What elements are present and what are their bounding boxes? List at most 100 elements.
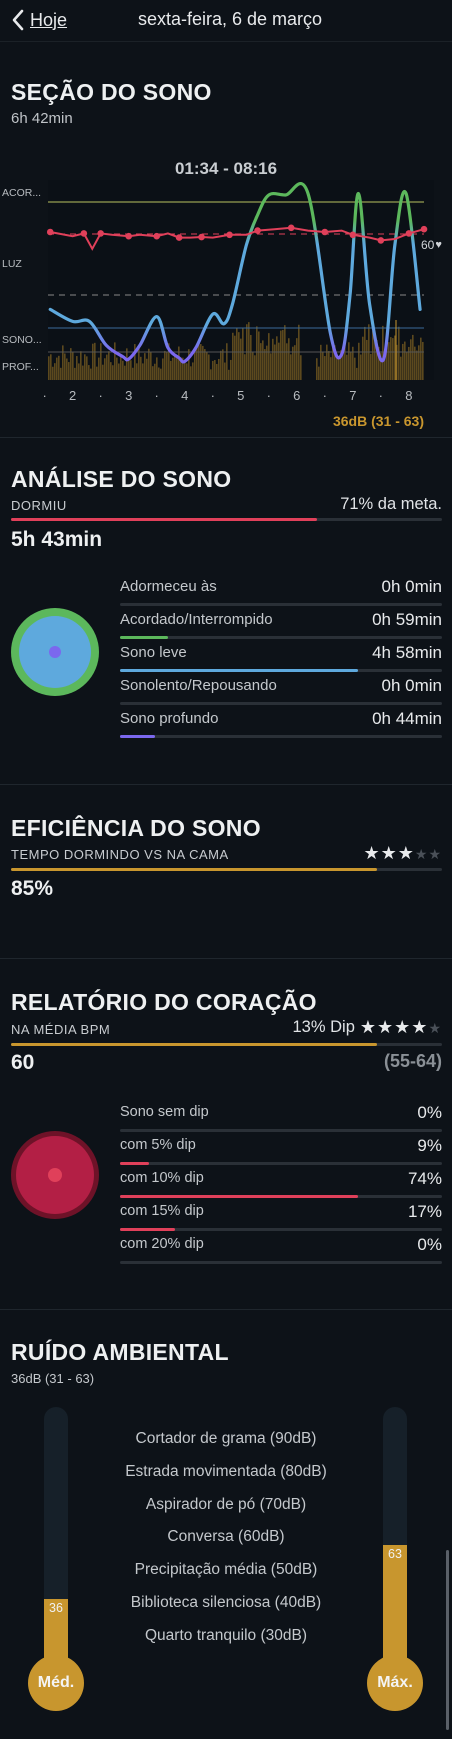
noise-bar — [84, 354, 86, 380]
sleep-time-range: 01:34 - 08:16 — [174, 159, 278, 178]
efficiency-bar — [11, 868, 442, 871]
noise-bar — [410, 339, 412, 380]
noise-bar — [56, 357, 58, 380]
noise-bar — [214, 359, 216, 380]
noise-bar — [420, 337, 422, 380]
heart-dip-summary: 13% Dip ★★★★★ — [293, 1017, 443, 1038]
heart-rate-point — [287, 224, 295, 232]
noise-bar — [336, 358, 338, 380]
noise-bar — [114, 342, 116, 380]
noise-bar — [248, 322, 250, 380]
noise-bar — [322, 351, 324, 380]
analysis-row-bar-fill — [120, 735, 156, 738]
analysis-row-bar-fill — [120, 636, 169, 639]
heart-row-label: com 15% dip — [120, 1203, 204, 1219]
noise-avg-bulb: Méd. — [28, 1655, 84, 1711]
noise-bar — [208, 354, 210, 380]
noise-bar — [324, 356, 326, 380]
heart-rate-point — [254, 227, 261, 234]
star-filled-icon: ★ — [363, 843, 381, 863]
heart-title: RELATÓRIO DO CORAÇÃO — [11, 989, 317, 1015]
noise-bar — [258, 331, 260, 380]
noise-bar — [330, 357, 332, 380]
page-title: sexta-feira, 6 de março — [137, 9, 323, 29]
scrollbar[interactable] — [446, 1550, 449, 1730]
noise-bar — [270, 353, 272, 380]
noise-bar — [288, 338, 290, 380]
noise-bar — [66, 358, 68, 380]
noise-max-label: Máx. — [377, 1674, 413, 1691]
noise-bar — [222, 349, 224, 380]
noise-bar — [54, 363, 56, 380]
heart-subtitle: NA MÉDIA BPM — [11, 1022, 111, 1037]
heart-row-bar — [120, 1162, 442, 1165]
noise-bar — [92, 343, 94, 380]
heart-rate-point — [46, 228, 54, 236]
noise-bar — [184, 362, 186, 380]
analysis-row-bar — [120, 669, 442, 672]
analysis-goal-bar-fill — [11, 518, 317, 521]
noise-bar — [364, 326, 366, 380]
heart-row-value: 74% — [407, 1169, 442, 1188]
noise-bar — [268, 333, 270, 380]
noise-bar — [64, 353, 66, 380]
noise-avg-thermometer: 36 — [44, 1407, 68, 1677]
noise-reference-item: Cortador de grama (90dB) — [135, 1430, 317, 1447]
noise-bar — [74, 367, 76, 380]
heart-rate-point — [321, 228, 329, 236]
analysis-row-value: 0h 59min — [372, 610, 442, 629]
analysis-row-bar — [120, 603, 442, 606]
noise-bar — [104, 358, 106, 380]
heart-row-bar — [120, 1129, 442, 1132]
noise-bar — [372, 331, 374, 380]
noise-bar — [188, 349, 190, 380]
heart-bar — [11, 1043, 442, 1046]
noise-bar — [102, 364, 104, 380]
noise-bar — [58, 355, 60, 380]
noise-bar — [224, 362, 226, 380]
heart-rate-point — [349, 231, 357, 239]
analysis-row-label: Sonolento/Repousando — [120, 677, 277, 694]
noise-bar — [94, 342, 96, 380]
noise-bar — [156, 357, 158, 380]
noise-bar — [390, 337, 392, 380]
noise-bar — [126, 348, 128, 380]
noise-bar — [236, 327, 238, 380]
heart-row-bar — [120, 1195, 442, 1198]
heart-row-value: 0% — [417, 1103, 442, 1122]
x-tick-label: 4 — [181, 388, 188, 403]
back-button[interactable]: Hoje — [10, 6, 67, 34]
efficiency-stars: ★★★★★ — [363, 843, 442, 864]
noise-bar — [212, 360, 214, 380]
efficiency-subtitle: TEMPO DORMINDO VS NA CAMA — [11, 847, 229, 862]
noise-avg-value: 36 — [49, 1601, 63, 1615]
heart-rate-point — [97, 230, 104, 237]
noise-bar — [418, 345, 420, 380]
noise-reference-item: Aspirador de pó (70dB) — [145, 1496, 307, 1513]
analysis-row-label: Acordado/Interrompido — [120, 611, 273, 628]
noise-bar — [144, 353, 146, 380]
noise-bar — [124, 365, 126, 380]
noise-bar — [228, 369, 230, 380]
noise-bar — [128, 360, 130, 380]
noise-bar — [160, 368, 162, 380]
noise-bar — [218, 358, 220, 380]
noise-bar — [358, 342, 360, 380]
noise-bar — [282, 329, 284, 380]
noise-bar — [164, 350, 166, 380]
heart-row-bar — [120, 1261, 442, 1264]
heart-icon: ♥ — [435, 239, 442, 251]
noise-bar — [192, 362, 194, 380]
noise-bar — [394, 335, 396, 380]
efficiency-bar-fill — [11, 868, 378, 871]
noise-bar — [416, 350, 418, 380]
noise-bar — [360, 354, 362, 380]
noise-bar — [238, 332, 240, 380]
x-axis: · 2 · 3 · 4 · 5 · 6 · 7 · 8 — [42, 388, 412, 403]
noise-bar — [284, 325, 286, 380]
analysis-row-value: 0h 0min — [381, 577, 442, 596]
x-tick-dot: · — [42, 388, 46, 403]
noise-bar — [286, 343, 288, 380]
heart-bar-fill — [11, 1043, 378, 1046]
noise-bar — [154, 363, 156, 380]
